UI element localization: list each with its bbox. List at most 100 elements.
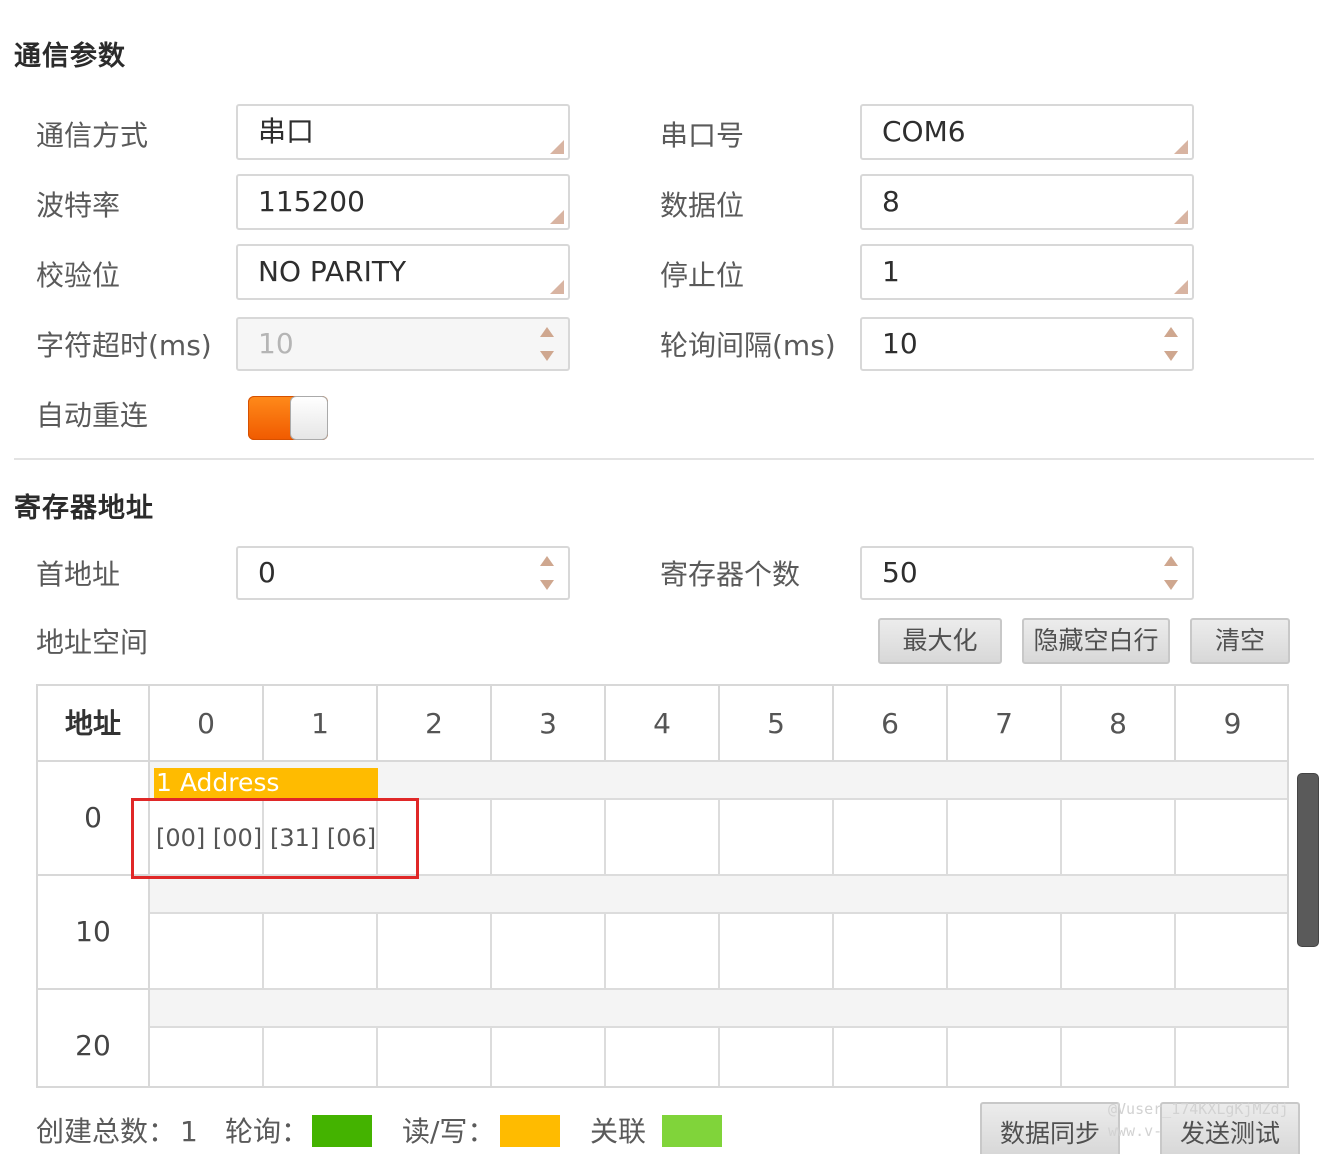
dropdown-corner-icon bbox=[550, 280, 564, 294]
grid-cell[interactable] bbox=[606, 1028, 720, 1086]
grid-header-address: 地址 bbox=[38, 686, 150, 762]
hide-empty-rows-button[interactable]: 隐藏空白行 bbox=[1022, 618, 1170, 664]
spin-down-icon[interactable] bbox=[1164, 580, 1178, 590]
databits-label: 数据位 bbox=[660, 189, 745, 222]
grid-cell[interactable] bbox=[948, 800, 1062, 876]
baud-value: 115200 bbox=[258, 185, 365, 218]
grid-col-header: 9 bbox=[1176, 686, 1287, 762]
stopbits-label: 停止位 bbox=[660, 259, 745, 292]
grid-cell[interactable] bbox=[1062, 914, 1176, 990]
databits-value: 8 bbox=[882, 185, 900, 218]
grid-cell[interactable] bbox=[1176, 800, 1287, 876]
grid-cell[interactable] bbox=[948, 914, 1062, 990]
spin-up-icon[interactable] bbox=[540, 327, 554, 337]
grid-cell[interactable] bbox=[1176, 1028, 1287, 1086]
parity-value: NO PARITY bbox=[258, 255, 407, 288]
poll-color-swatch bbox=[312, 1115, 372, 1147]
grid-cell[interactable] bbox=[378, 914, 492, 990]
dropdown-corner-icon bbox=[1174, 280, 1188, 294]
grid-cell[interactable] bbox=[264, 1028, 378, 1086]
spin-up-icon[interactable] bbox=[1164, 327, 1178, 337]
register-count-label: 寄存器个数 bbox=[660, 558, 801, 591]
port-select[interactable]: COM6 bbox=[860, 104, 1194, 160]
grid-cell[interactable] bbox=[492, 914, 606, 990]
grid-cell[interactable] bbox=[834, 800, 948, 876]
stopbits-value: 1 bbox=[882, 255, 900, 288]
dropdown-corner-icon bbox=[1174, 140, 1188, 154]
grid-col-header: 7 bbox=[948, 686, 1062, 762]
spin-down-icon[interactable] bbox=[540, 351, 554, 361]
poll-legend-label: 轮询： bbox=[225, 1115, 310, 1148]
grid-row-label: 20 bbox=[38, 990, 150, 1086]
grid-col-header: 3 bbox=[492, 686, 606, 762]
grid-row-band bbox=[150, 876, 1287, 914]
clear-button[interactable]: 清空 bbox=[1190, 618, 1290, 664]
register-section-title: 寄存器地址 bbox=[14, 493, 154, 524]
dropdown-corner-icon bbox=[1174, 210, 1188, 224]
rw-legend-label: 读/写： bbox=[402, 1115, 496, 1148]
grid-row-band bbox=[150, 990, 1287, 1028]
stopbits-select[interactable]: 1 bbox=[860, 244, 1194, 300]
databits-select[interactable]: 8 bbox=[860, 174, 1194, 230]
grid-cell[interactable] bbox=[1176, 914, 1287, 990]
start-address-label: 首地址 bbox=[36, 558, 121, 591]
grid-cell[interactable] bbox=[150, 914, 264, 990]
spin-up-icon[interactable] bbox=[540, 556, 554, 566]
grid-col-header: 2 bbox=[378, 686, 492, 762]
grid-cell[interactable] bbox=[1062, 800, 1176, 876]
dropdown-corner-icon bbox=[550, 140, 564, 154]
comm-mode-label: 通信方式 bbox=[36, 119, 149, 152]
section-divider bbox=[14, 458, 1314, 460]
rw-color-swatch bbox=[500, 1115, 560, 1147]
watermark-line-1: @Vuser_174KXLgKjMZdj bbox=[1108, 1100, 1289, 1118]
auto-reconnect-toggle[interactable] bbox=[248, 396, 328, 440]
auto-reconnect-label: 自动重连 bbox=[36, 399, 149, 432]
grid-cell[interactable] bbox=[606, 800, 720, 876]
parity-label: 校验位 bbox=[36, 259, 121, 292]
grid-cell[interactable] bbox=[606, 914, 720, 990]
grid-cell[interactable] bbox=[720, 800, 834, 876]
grid-cell[interactable] bbox=[492, 800, 606, 876]
grid-cell[interactable] bbox=[150, 1028, 264, 1086]
comm-mode-select[interactable]: 串口 bbox=[236, 104, 570, 160]
address-tag[interactable]: 1 Address bbox=[154, 768, 378, 798]
highlight-annotation-box bbox=[131, 798, 419, 879]
poll-interval-label: 轮询间隔(ms) bbox=[660, 329, 836, 362]
register-count-spinner[interactable]: 50 bbox=[860, 546, 1194, 600]
start-address-spinner[interactable]: 0 bbox=[236, 546, 570, 600]
baud-label: 波特率 bbox=[36, 189, 121, 222]
maximize-button[interactable]: 最大化 bbox=[878, 618, 1002, 664]
total-count-label: 创建总数： bbox=[36, 1115, 177, 1148]
data-sync-button[interactable]: 数据同步 bbox=[980, 1102, 1120, 1154]
port-value: COM6 bbox=[882, 115, 966, 148]
grid-cell[interactable] bbox=[948, 1028, 1062, 1086]
grid-cell[interactable] bbox=[834, 1028, 948, 1086]
link-legend-label: 关联 bbox=[590, 1115, 647, 1148]
spin-up-icon[interactable] bbox=[1164, 556, 1178, 566]
grid-row-label: 10 bbox=[38, 876, 150, 990]
grid-scrollbar[interactable] bbox=[1297, 773, 1319, 947]
char-timeout-spinner[interactable]: 10 bbox=[236, 317, 570, 371]
poll-interval-spinner[interactable]: 10 bbox=[860, 317, 1194, 371]
poll-interval-value: 10 bbox=[882, 327, 918, 360]
grid-cell[interactable] bbox=[1062, 1028, 1176, 1086]
baud-select[interactable]: 115200 bbox=[236, 174, 570, 230]
grid-col-header: 6 bbox=[834, 686, 948, 762]
grid-cell[interactable] bbox=[720, 1028, 834, 1086]
address-space-label: 地址空间 bbox=[36, 626, 149, 659]
address-grid: 地址 0 1 2 3 4 5 6 7 8 9 0 10 20 [00] [00]… bbox=[36, 684, 1289, 1088]
grid-cell[interactable] bbox=[834, 914, 948, 990]
parity-select[interactable]: NO PARITY bbox=[236, 244, 570, 300]
link-color-swatch bbox=[662, 1115, 722, 1147]
spin-down-icon[interactable] bbox=[1164, 351, 1178, 361]
grid-col-header: 8 bbox=[1062, 686, 1176, 762]
grid-cell[interactable] bbox=[378, 1028, 492, 1086]
grid-cell[interactable] bbox=[492, 1028, 606, 1086]
spin-down-icon[interactable] bbox=[540, 580, 554, 590]
grid-cell[interactable] bbox=[720, 914, 834, 990]
grid-col-header: 0 bbox=[150, 686, 264, 762]
grid-col-header: 1 bbox=[264, 686, 378, 762]
char-timeout-label: 字符超时(ms) bbox=[36, 329, 212, 362]
grid-cell[interactable] bbox=[264, 914, 378, 990]
comm-section-title: 通信参数 bbox=[14, 41, 126, 72]
